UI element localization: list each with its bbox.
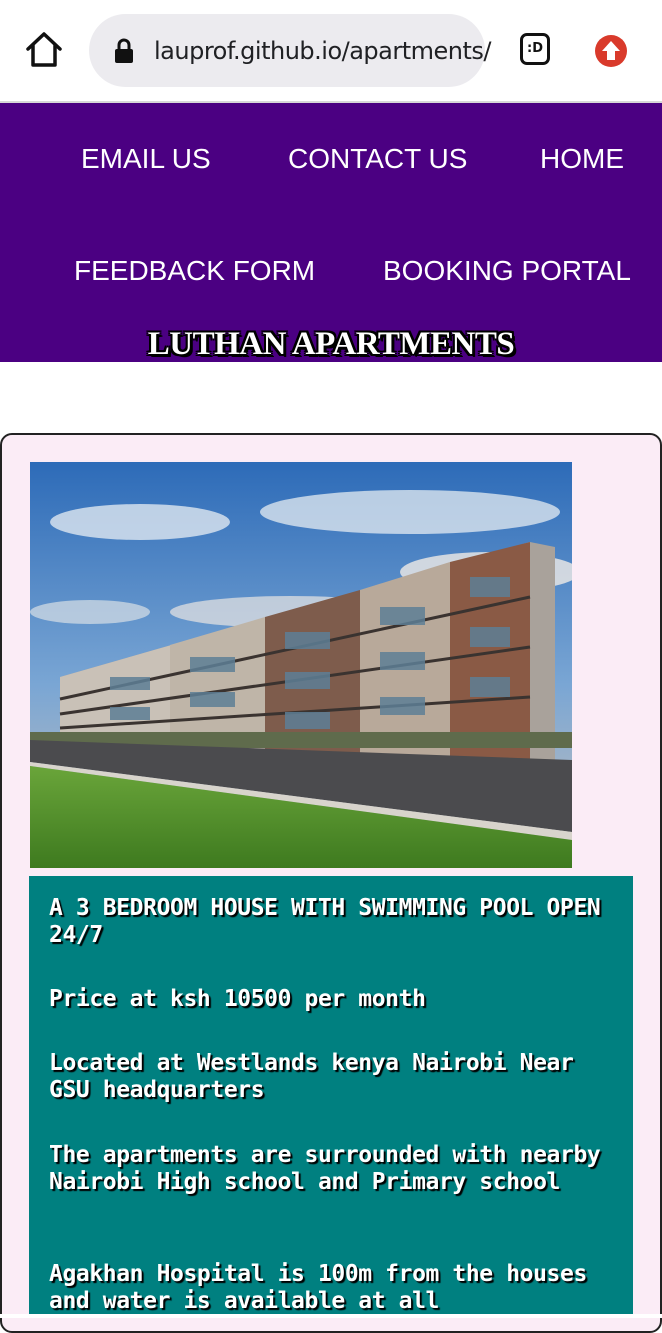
lock-icon	[115, 38, 133, 63]
listing-location: Located at Westlands kenya Nairobi Near …	[49, 1050, 574, 1103]
listing-surroundings: The apartments are surrounded with nearb…	[49, 1142, 601, 1195]
nav-booking-portal[interactable]: BOOKING PORTAL	[383, 255, 631, 287]
listing-headline: A 3 BEDROOM HOUSE WITH SWIMMING POOL OPE…	[49, 895, 601, 948]
listing-price: Price at ksh 10500 per month	[49, 986, 426, 1012]
nav-feedback-form[interactable]: FEEDBACK FORM	[74, 255, 315, 287]
apartment-photo	[30, 462, 572, 868]
page-bottom-edge	[0, 1314, 662, 1318]
browser-toolbar: lauprof.github.io/apartments/ :D	[0, 0, 662, 103]
site-header: EMAIL US CONTACT US HOME FEEDBACK FORM B…	[0, 103, 662, 362]
url-text[interactable]: lauprof.github.io/apartments/	[154, 33, 492, 69]
listing-amenities: Agakhan Hospital is 100m from the houses…	[49, 1261, 587, 1314]
listing-info-panel: A 3 BEDROOM HOUSE WITH SWIMMING POOL OPE…	[29, 876, 633, 1318]
site-title: LUTHAN APARTMENTS	[147, 326, 515, 362]
home-icon[interactable]	[24, 30, 64, 70]
tab-switcher-icon[interactable]: :D	[520, 33, 550, 65]
nav-contact-us[interactable]: CONTACT US	[288, 143, 467, 175]
nav-email-us[interactable]: EMAIL US	[81, 143, 211, 175]
nav-home[interactable]: HOME	[540, 143, 624, 175]
update-icon[interactable]	[594, 34, 628, 68]
